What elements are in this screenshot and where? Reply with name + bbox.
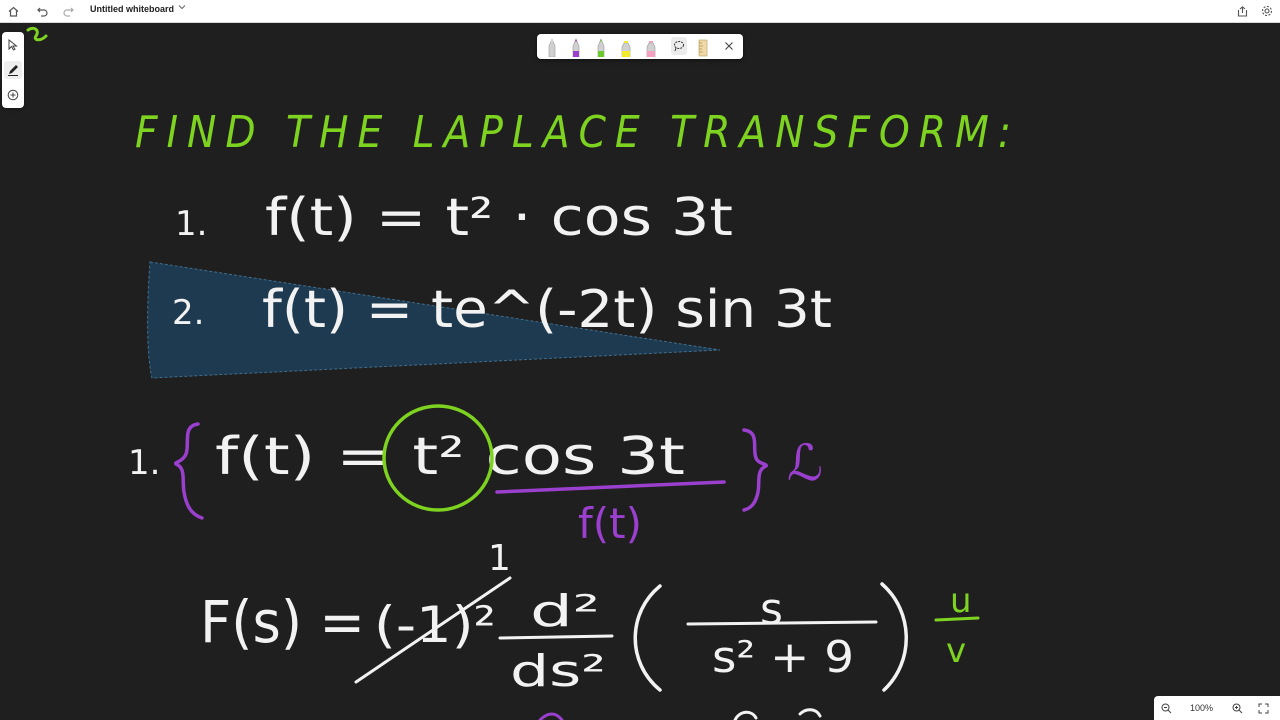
solution-number: 1.: [128, 443, 160, 483]
fraction-denominator: s² + 9: [712, 632, 854, 683]
fraction-numerator: s: [760, 584, 783, 635]
Fs-factor: (-1)²: [374, 596, 496, 654]
settings-icon[interactable]: [1258, 2, 1276, 20]
close-paren: [880, 582, 908, 692]
open-brace: [173, 422, 204, 520]
open-paren: [633, 584, 662, 692]
undo-icon[interactable]: [33, 2, 51, 20]
problem1-expression: f(t) = t² · cos 3t: [265, 188, 733, 248]
close-brace: [742, 428, 768, 512]
stray-ink-mark: [26, 26, 48, 42]
derivative-numerator: d²: [530, 586, 600, 637]
share-icon[interactable]: [1233, 2, 1251, 20]
uv-v: v: [946, 631, 966, 671]
zoom-out-icon[interactable]: [1157, 699, 1175, 717]
whiteboard-canvas[interactable]: FIND THE LAPLACE TRANSFORM: 1. f(t) = t²…: [0, 22, 1280, 720]
fit-icon[interactable]: [1254, 699, 1272, 717]
partial-ink-white: [733, 708, 822, 720]
uv-bar: [934, 616, 980, 622]
chevron-down-icon[interactable]: [178, 3, 186, 13]
solution-expression: f(t) = t² cos 3t: [215, 427, 685, 487]
Fs-factor-result: 1: [488, 538, 511, 579]
zoom-in-icon[interactable]: [1228, 699, 1246, 717]
solution-label: f(t): [578, 499, 642, 548]
problem2-expression: f(t) = te^(-2t) sin 3t: [262, 280, 832, 340]
home-icon[interactable]: [4, 2, 22, 20]
problem2-number: 2.: [172, 293, 204, 333]
zoom-control: 100%: [1154, 696, 1280, 720]
derivative-denominator: ds²: [510, 646, 606, 697]
Fs-lhs: F(s) =: [200, 588, 365, 656]
problem1-number: 1.: [175, 204, 207, 244]
partial-ink-purple: [538, 712, 564, 720]
fraction-bar: [686, 620, 878, 626]
heading: FIND THE LAPLACE TRANSFORM:: [135, 107, 1020, 158]
uv-u: u: [950, 581, 972, 621]
derivative-bar: [498, 634, 614, 640]
laplace-symbol: ℒ: [787, 434, 823, 492]
title-bar: Untitled whiteboard: [0, 0, 1280, 23]
redo-icon[interactable]: [59, 2, 77, 20]
zoom-level[interactable]: 100%: [1190, 703, 1213, 713]
document-title[interactable]: Untitled whiteboard: [90, 4, 174, 14]
